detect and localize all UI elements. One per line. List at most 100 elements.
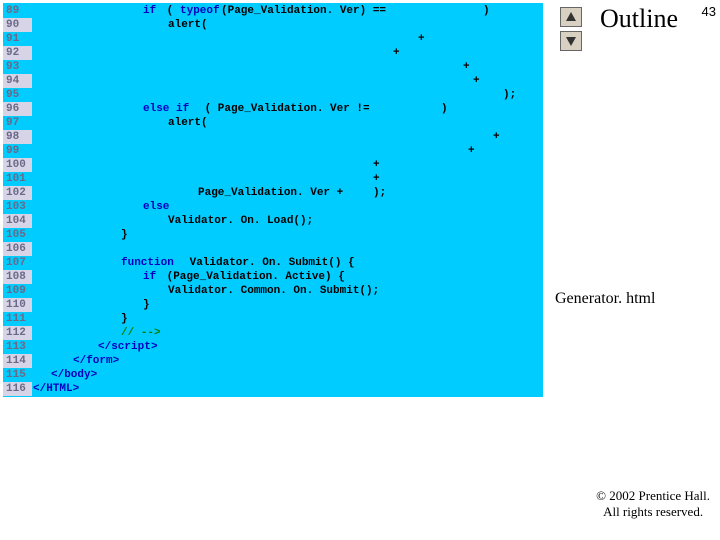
code-line: 115 </body> [3,368,543,382]
code-token: function [121,256,174,270]
code-line: 105} [3,228,543,242]
code-token: ) [441,102,448,116]
code-line: 108 if (Page_Validation. Active) { [3,270,543,284]
code-token: ( [160,4,180,18]
code-line: 95); [3,88,543,102]
line-number: 97 [3,116,32,130]
copyright: © 2002 Prentice Hall. All rights reserve… [596,488,710,521]
line-number: 105 [3,228,32,242]
line-number: 90 [3,18,32,32]
line-number: 100 [3,158,32,172]
code-line: 90 alert( [3,18,543,32]
line-number: 89 [3,4,32,18]
code-line: 109 Validator. Common. On. Submit(); [3,284,543,298]
code-token: </HTML> [33,382,79,396]
line-number: 110 [3,298,32,312]
code-token: ) [483,4,490,18]
line-number: 91 [3,32,32,46]
code-token: alert( [168,18,208,32]
code-token: </form> [73,354,119,368]
code-token: } [121,228,128,242]
line-number: 92 [3,46,32,60]
code-token: > [151,340,158,354]
code-token: (Page_Validation. Active) { [160,270,345,284]
code-listing: 89if ( typeof(Page_Validation. Ver) ==)9… [3,3,543,397]
code-token: ); [373,186,386,200]
line-number: 112 [3,326,32,340]
copyright-line2: All rights reserved. [603,504,703,519]
code-line: 110} [3,298,543,312]
code-token: if [143,270,156,284]
line-number: 107 [3,256,32,270]
code-token: </script [98,340,151,354]
code-token: + [418,32,425,46]
triangle-up-icon [566,12,576,21]
code-token: + [468,144,475,158]
code-line: 92 + [3,46,543,60]
code-line: 101 + [3,172,543,186]
line-number: 108 [3,270,32,284]
code-token: </body> [51,368,97,382]
line-number: 106 [3,242,32,256]
line-number: 116 [3,382,32,396]
code-line: 99 + [3,144,543,158]
line-number: 104 [3,214,32,228]
code-line: 114 </form> [3,354,543,368]
code-token: + [473,74,480,88]
line-number: 114 [3,354,32,368]
line-number: 93 [3,60,32,74]
line-number: 111 [3,312,32,326]
code-line: 106 [3,242,543,256]
line-number: 115 [3,368,32,382]
code-token: + [493,130,500,144]
code-token: Validator. On. Submit() { [183,256,355,270]
line-number: 99 [3,144,32,158]
line-number: 102 [3,186,32,200]
code-line: 89if ( typeof(Page_Validation. Ver) ==) [3,4,543,18]
code-line: 96else if ( Page_Validation. Ver !=) [3,102,543,116]
outline-title: Outline [600,4,678,34]
line-number: 113 [3,340,32,354]
code-token: typeof [180,4,220,18]
code-line: 97alert( [3,116,543,130]
code-line: 100 + [3,158,543,172]
page-number: 43 [702,4,716,19]
code-line: 116</HTML> [3,382,543,396]
code-token: + [463,60,470,74]
copyright-line1: © 2002 Prentice Hall. [596,488,710,503]
line-number: 103 [3,200,32,214]
code-token: else if [143,102,189,116]
line-number: 109 [3,284,32,298]
code-line: 113 </script> [3,340,543,354]
code-token: + [373,172,380,186]
line-number: 101 [3,172,32,186]
code-line: 111} [3,312,543,326]
code-token: + [373,158,380,172]
line-number: 98 [3,130,32,144]
code-token: // --> [121,326,161,340]
file-caption: Generator. html [555,290,655,308]
code-line: 91 + [3,32,543,46]
code-token: (Page_Validation. Ver) == [221,4,386,18]
code-token: } [143,298,150,312]
code-line: 93 + [3,60,543,74]
code-line: 102 Page_Validation. Ver +); [3,186,543,200]
code-line: 104 Validator. On. Load(); [3,214,543,228]
code-token: else [143,200,169,214]
nav-buttons [560,7,582,55]
code-token: } [121,312,128,326]
code-token: Page_Validation. Ver + [198,186,343,200]
code-line: 94 + [3,74,543,88]
code-line: 107 function Validator. On. Submit() { [3,256,543,270]
code-line: 98 + [3,130,543,144]
code-token: Validator. Common. On. Submit(); [168,284,379,298]
line-number: 94 [3,74,32,88]
nav-up-button[interactable] [560,7,582,27]
nav-down-button[interactable] [560,31,582,51]
code-token: ); [503,88,516,102]
code-token: ( Page_Validation. Ver != [198,102,370,116]
code-token: + [393,46,400,60]
triangle-down-icon [566,37,576,46]
code-token: Validator. On. Load(); [168,214,313,228]
code-line: 103 else [3,200,543,214]
